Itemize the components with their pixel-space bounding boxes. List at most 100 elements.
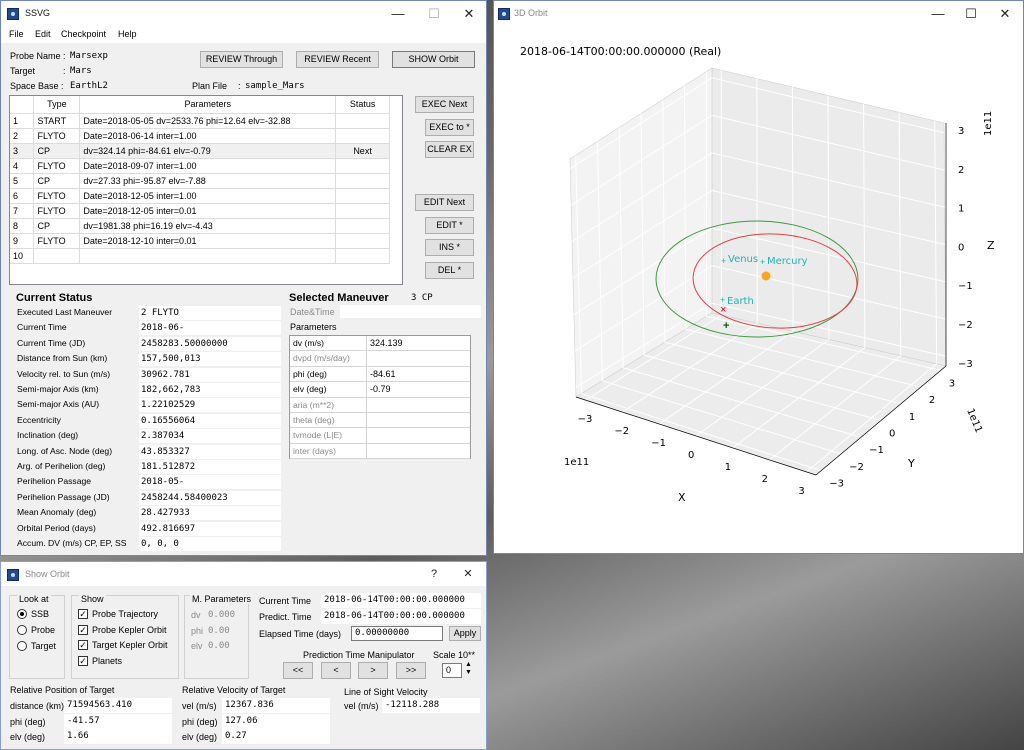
plan-row[interactable]: 6 FLYTO Date=2018-12-05 inter=1.00 [10, 188, 390, 204]
plan-file-label: Plan File [192, 81, 228, 91]
look-at-radio[interactable] [17, 609, 27, 619]
y-axis-exponent: 1e11 [964, 407, 984, 435]
z-tick-label: −2 [958, 320, 973, 331]
status-row: Semi-major Axis (AU) 1.22102529 [13, 398, 281, 413]
clear-ex-button[interactable]: CLEAR EX [425, 141, 474, 158]
edit-button[interactable]: EDIT * [425, 217, 474, 234]
rel_pos-row-label: distance (km) [10, 701, 65, 711]
maneuver-param-value[interactable] [366, 351, 470, 367]
status-value: 181.512872 [139, 460, 281, 474]
show-checkbox[interactable]: ✓ [78, 655, 88, 666]
maneuver-param-row[interactable]: tvmode (L|E) [290, 428, 470, 444]
maneuver-param-value[interactable]: 324.139 [366, 336, 470, 351]
maneuver-param-row[interactable]: inter (days) [290, 443, 470, 460]
show-checkbox[interactable]: ✓ [78, 640, 88, 650]
maneuver-param-row[interactable]: aria (m**2) [290, 397, 470, 413]
look-at-option-label[interactable]: Probe [31, 625, 55, 635]
status-row: Current Time (JD) 2458283.50000000 [13, 336, 281, 352]
close-icon[interactable]: ✕ [452, 4, 486, 24]
plan-cell-params: Date=2018-12-05 inter=1.00 [79, 188, 337, 204]
orbit3d-titlebar[interactable]: 3D Orbit — ☐ ✕ [494, 1, 1023, 27]
step-forward-button[interactable]: > [358, 662, 388, 679]
show-option-label[interactable]: Probe Kepler Orbit [92, 625, 167, 635]
ssvg-titlebar[interactable]: SSVG — ☐ ✕ [1, 1, 486, 27]
maneuver-param-value[interactable]: -84.61 [366, 366, 470, 382]
maneuver-parameters-grid[interactable]: dv (m/s) 324.139 dvpd (m/s/day) phi (deg) -8… [289, 335, 471, 460]
los-velocity-label: Line of Sight Velocity [344, 687, 428, 697]
close-icon[interactable]: ✕ [988, 4, 1022, 24]
y-tick-label: −3 [829, 479, 844, 490]
show-orbit-button[interactable]: SHOW Orbit [392, 51, 475, 68]
maneuver-param-label: tvmode (L|E) [293, 430, 343, 441]
close-icon[interactable]: ✕ [451, 564, 485, 584]
review-through-button[interactable]: REVIEW Through [200, 51, 283, 68]
status-value: 43.853327 [139, 444, 281, 459]
menu-edit[interactable]: Edit [35, 29, 51, 39]
edit-next-button[interactable]: EDIT Next [415, 194, 474, 211]
show-checkbox[interactable]: ✓ [78, 624, 88, 635]
review-recent-button[interactable]: REVIEW Recent [296, 51, 379, 68]
plan-row[interactable]: 3 CP dv=324.14 phi=-84.61 elv=-0.79 Next [10, 143, 390, 159]
plan-cell-status [335, 188, 390, 204]
maneuver-param-row[interactable]: dv (m/s) 324.139 [290, 336, 470, 352]
m-param-value: 0.00 [208, 641, 230, 651]
plan-row[interactable]: 1 START Date=2018-05-05 dv=2533.76 phi=12.… [10, 113, 390, 129]
menu-file[interactable]: File [9, 29, 24, 39]
scale-spinbox[interactable]: 0 [442, 663, 462, 678]
flight-plan-table[interactable]: Type Parameters Status 1 START Date=2018-0… [9, 95, 403, 285]
apply-button[interactable]: Apply [449, 626, 481, 641]
scale-spin-icon[interactable]: ▲ ▼ [465, 661, 472, 677]
maneuver-param-value[interactable] [366, 443, 470, 459]
elapsed-time-input[interactable]: 0.00000000 [351, 626, 443, 641]
plan-row[interactable]: 8 CP dv=1981.38 phi=16.19 elv=-4.43 [10, 218, 390, 234]
del-button[interactable]: DEL * [425, 262, 474, 279]
menu-help[interactable]: Help [118, 29, 137, 39]
maneuver-param-value[interactable] [366, 397, 470, 413]
step-back-button[interactable]: < [321, 662, 351, 679]
maximize-icon[interactable]: ☐ [954, 4, 988, 24]
maneuver-param-row[interactable]: phi (deg) -84.61 [290, 366, 470, 383]
show-option-label[interactable]: Planets [92, 656, 122, 666]
plan-row[interactable]: 2 FLYTO Date=2018-06-14 inter=1.00 [10, 128, 390, 144]
orbit-plot[interactable]: 2018-06-14T00:00:00.000000 (Real) −3 −2 −1… [494, 27, 1023, 554]
plan-row[interactable]: 9 FLYTO Date=2018-12-10 inter=0.01 [10, 233, 390, 249]
maneuver-param-value[interactable] [366, 428, 470, 444]
menu-checkpoint[interactable]: Checkpoint [61, 29, 106, 39]
look-at-option-label[interactable]: Target [31, 641, 56, 651]
show-option-label[interactable]: Target Kepler Orbit [92, 640, 168, 650]
minimize-icon[interactable]: — [921, 4, 955, 24]
minimize-icon[interactable]: — [381, 4, 415, 24]
exec-next-button[interactable]: EXEC Next [415, 96, 474, 113]
y-tick-label: −1 [869, 445, 884, 456]
look-at-radio[interactable] [17, 625, 27, 635]
plan-row[interactable]: 10 [10, 248, 390, 264]
maneuver-param-row[interactable]: dvpd (m/s/day) [290, 351, 470, 367]
sun-marker [761, 271, 771, 281]
menubar: File Edit Checkpoint Help [1, 27, 486, 43]
help-icon[interactable]: ? [417, 564, 451, 584]
show-orbit-titlebar[interactable]: Show Orbit ? ✕ [1, 562, 486, 586]
step-forward-far-button[interactable]: >> [396, 662, 426, 679]
plan-row[interactable]: 7 FLYTO Date=2018-12-05 inter=0.01 [10, 203, 390, 219]
datetime-field [340, 305, 481, 318]
space-base-label: Space Base : [10, 81, 64, 91]
maneuver-param-row[interactable]: theta (deg) [290, 413, 470, 429]
plan-row[interactable]: 5 CP dv=27.33 phi=-95.87 elv=-7.88 [10, 173, 390, 189]
exec-to-button[interactable]: EXEC to * [425, 119, 474, 136]
rel_pos-row-label: elv (deg) [10, 732, 46, 742]
look-at-radio[interactable] [17, 641, 27, 651]
show-checkbox[interactable]: ✓ [78, 609, 88, 619]
maximize-icon[interactable]: ☐ [417, 4, 451, 24]
maneuver-param-value[interactable]: -0.79 [366, 382, 470, 398]
look-at-option-label[interactable]: SSB [31, 609, 49, 619]
show-option-label[interactable]: Probe Trajectory [92, 609, 158, 619]
ins-button[interactable]: INS * [425, 239, 474, 256]
x-tick-label: 2 [762, 474, 768, 485]
step-back-far-button[interactable]: << [283, 662, 313, 679]
x-tick-label: −1 [651, 438, 666, 449]
rel_vel-row-value: 12367.836 [222, 698, 330, 713]
z-tick-label: 3 [958, 126, 964, 137]
maneuver-param-value[interactable] [366, 413, 470, 428]
maneuver-param-row[interactable]: elv (deg) -0.79 [290, 382, 470, 398]
plan-row[interactable]: 4 FLYTO Date=2018-09-07 inter=1.00 [10, 158, 390, 174]
